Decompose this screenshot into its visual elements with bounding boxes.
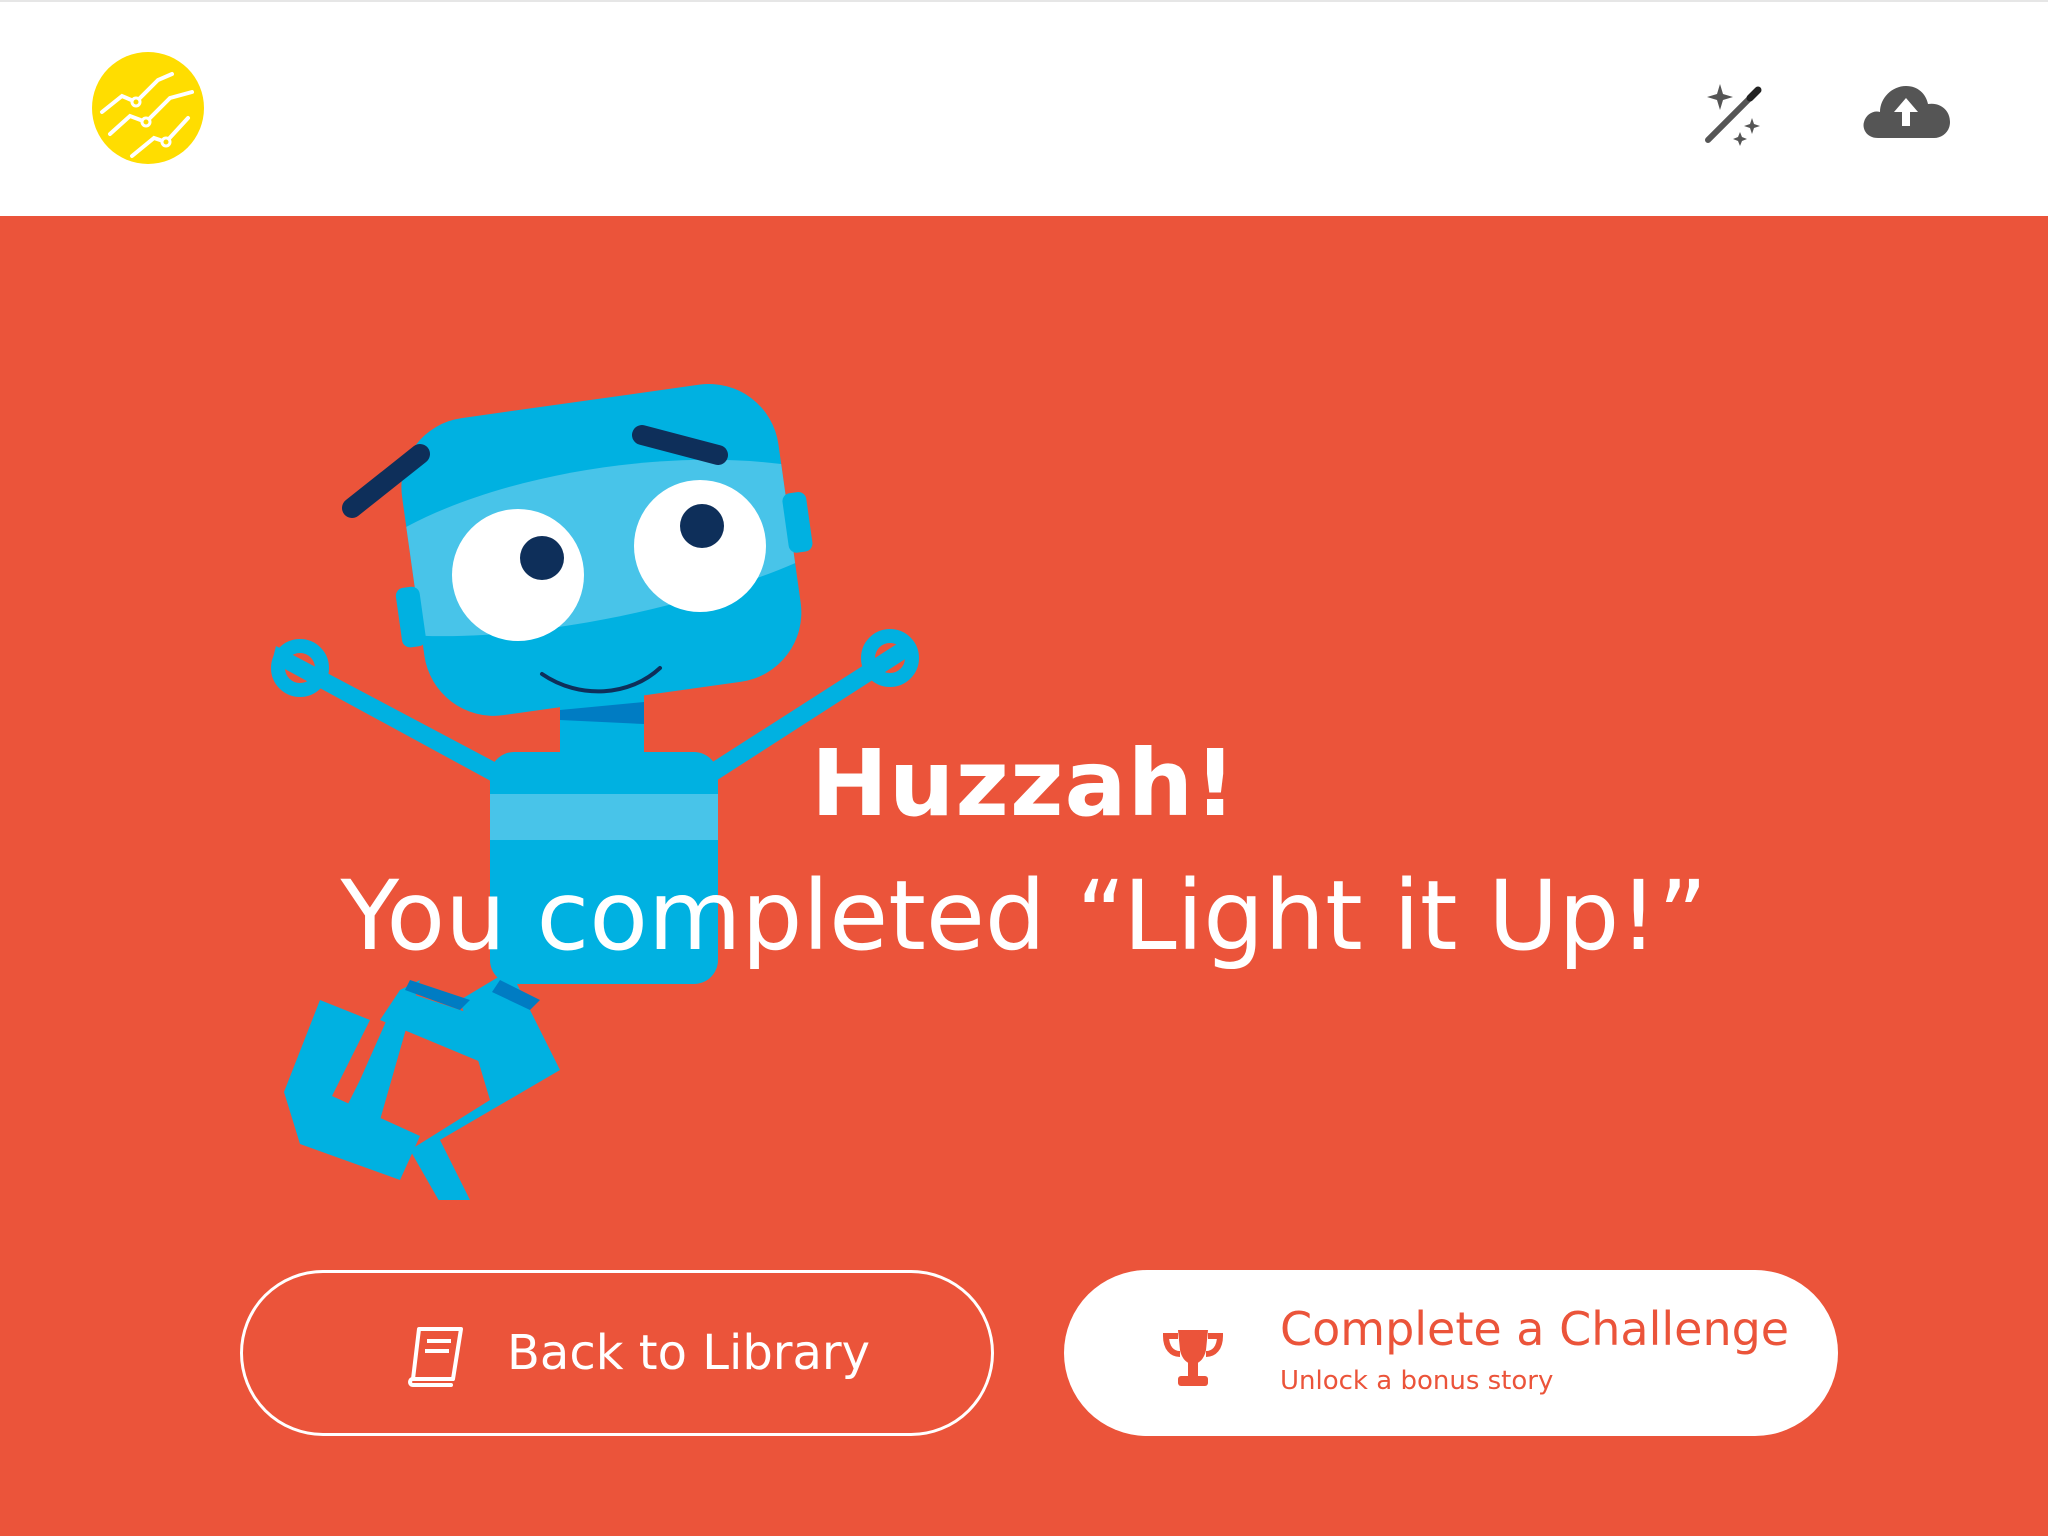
completion-message: You completed “Light it Up!” bbox=[340, 860, 1708, 972]
complete-challenge-subtitle: Unlock a bonus story bbox=[1280, 1366, 1554, 1396]
completion-headline: Huzzah! bbox=[810, 730, 1238, 837]
complete-challenge-button[interactable]: Complete a Challenge Unlock a bonus stor… bbox=[1064, 1270, 1838, 1436]
magic-wand-icon[interactable] bbox=[1700, 80, 1770, 150]
back-to-library-label: Back to Library bbox=[507, 1325, 871, 1381]
back-to-library-button[interactable]: Back to Library bbox=[240, 1270, 994, 1436]
complete-challenge-title: Complete a Challenge bbox=[1280, 1302, 1790, 1356]
trophy-icon bbox=[1162, 1330, 1224, 1386]
app-logo-icon[interactable] bbox=[92, 52, 204, 164]
cloud-upload-icon[interactable] bbox=[1860, 78, 1952, 144]
top-bar bbox=[0, 0, 2048, 216]
book-icon bbox=[408, 1327, 463, 1387]
